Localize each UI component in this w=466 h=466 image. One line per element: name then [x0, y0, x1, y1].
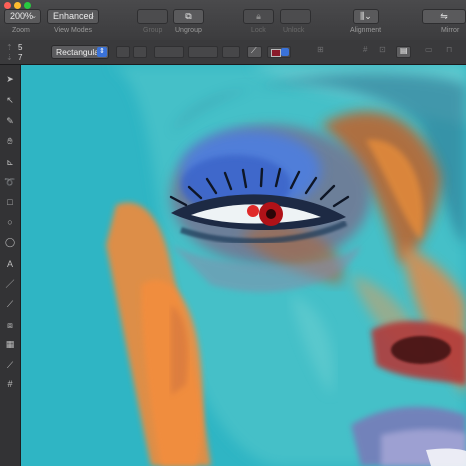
eyedropper-icon[interactable]: ⟋	[4, 359, 16, 371]
alignment-dropdown[interactable]: ⫼⌄	[353, 9, 379, 24]
option-toggle-3[interactable]	[222, 46, 240, 58]
zoom-label: Zoom	[12, 27, 30, 34]
layers-icon[interactable]: ▦	[4, 338, 16, 350]
view-modes-label: View Modes	[54, 27, 93, 34]
zoom-value: 200%	[10, 11, 34, 21]
tool-options-bar: ⇡ 5 ⇣ 7 Rectangular ⇕ ⟋ ⊞ # ⊡ ▤ ▭ ⊓	[0, 40, 466, 65]
chevron-down-icon: ⌄	[31, 13, 37, 20]
ungroup-button[interactable]: ⧉	[173, 9, 204, 24]
minimize-window-icon[interactable]	[14, 2, 21, 9]
chevron-updown-icon: ⇕	[97, 47, 107, 57]
bottom-spacing-icon: ⇣	[6, 53, 13, 62]
mirror-label: Mirror	[441, 27, 460, 34]
chevron-down-icon	[281, 48, 289, 56]
option-toggle-2[interactable]	[133, 46, 147, 58]
ellipse-icon[interactable]: ○	[4, 216, 16, 228]
pen-icon[interactable]: ✎	[4, 115, 16, 127]
crop-icon[interactable]: ⧈	[4, 319, 16, 331]
shape-mode-select[interactable]: Rectangular ⇕	[51, 45, 109, 59]
alignment-icon: ⫼⌄	[360, 11, 372, 21]
unlock-button[interactable]	[280, 9, 311, 24]
direct-select-icon[interactable]: ↖	[4, 94, 16, 106]
lasso-icon[interactable]: ➰	[4, 176, 16, 188]
knife-icon[interactable]: ⟋	[4, 298, 16, 310]
circle-icon[interactable]: ◯	[4, 236, 16, 248]
rectangle-icon[interactable]: □	[4, 196, 16, 208]
align-option-icon: ⊞	[317, 45, 324, 54]
unlock-label: Unlock	[283, 27, 305, 34]
spacing-option-icon: ⊡	[379, 45, 386, 54]
painted-face-artwork	[21, 65, 466, 466]
view-mode-value: Enhanced	[53, 11, 94, 21]
grid-icon[interactable]: #	[4, 378, 16, 390]
ruler-icon[interactable]: ⊾	[4, 156, 16, 168]
zoom-window-icon[interactable]	[24, 2, 31, 9]
main-toolbar: 200% ⌄ Zoom Enhanced ⌄ View Modes Group …	[0, 0, 466, 41]
option-field-1[interactable]	[154, 46, 184, 58]
panel-icon: ▤	[400, 46, 408, 55]
pointer-icon[interactable]: ➤	[4, 73, 16, 85]
zoom-dropdown[interactable]: 200% ⌄	[4, 9, 41, 24]
line-icon[interactable]: ／	[4, 278, 16, 290]
color-well[interactable]	[267, 46, 291, 58]
ungroup-label: Ungroup	[175, 27, 202, 34]
option-toggle-1[interactable]	[116, 46, 130, 58]
hand-icon[interactable]: ✋︎	[4, 135, 16, 147]
chevron-down-icon: ⌄	[89, 13, 95, 20]
eyedropper-button[interactable]: ⟋	[247, 46, 262, 58]
more-option-icon-2: ⊓	[446, 45, 453, 54]
ungroup-icon: ⧉	[185, 11, 192, 21]
top-spacing-icon: ⇡	[6, 43, 13, 52]
eyedropper-icon: ⟋	[251, 46, 257, 55]
distribute-option-icon: #	[363, 45, 368, 54]
artboard-canvas[interactable]	[21, 65, 466, 466]
mirror-button[interactable]: ⇋	[422, 9, 466, 24]
text-icon[interactable]: A	[4, 258, 16, 270]
panel-toggle-button[interactable]: ▤	[396, 46, 411, 58]
group-label: Group	[143, 27, 163, 34]
option-field-2[interactable]	[188, 46, 218, 58]
lock-icon: 🔒︎	[256, 11, 261, 21]
mirror-icon: ⇋	[440, 11, 448, 21]
tools-panel: ➤ ↖ ✎ ✋︎ ⊾ ➰ □ ○ ◯ A ／ ⟋ ⧈ ▦ ⟋ #	[0, 65, 21, 466]
group-button[interactable]	[137, 9, 168, 24]
bottom-value-field[interactable]: 7	[18, 53, 22, 62]
lock-label: Lock	[251, 27, 266, 34]
top-value-field[interactable]: 5	[18, 43, 22, 52]
close-window-icon[interactable]	[4, 2, 11, 9]
alignment-label: Alignment	[350, 27, 382, 34]
more-option-icon-1: ▭	[425, 45, 433, 54]
color-swatch	[271, 49, 281, 57]
view-modes-dropdown[interactable]: Enhanced ⌄	[47, 9, 99, 24]
shape-mode-value: Rectangular	[56, 47, 102, 57]
lock-button[interactable]: 🔒︎	[243, 9, 274, 24]
